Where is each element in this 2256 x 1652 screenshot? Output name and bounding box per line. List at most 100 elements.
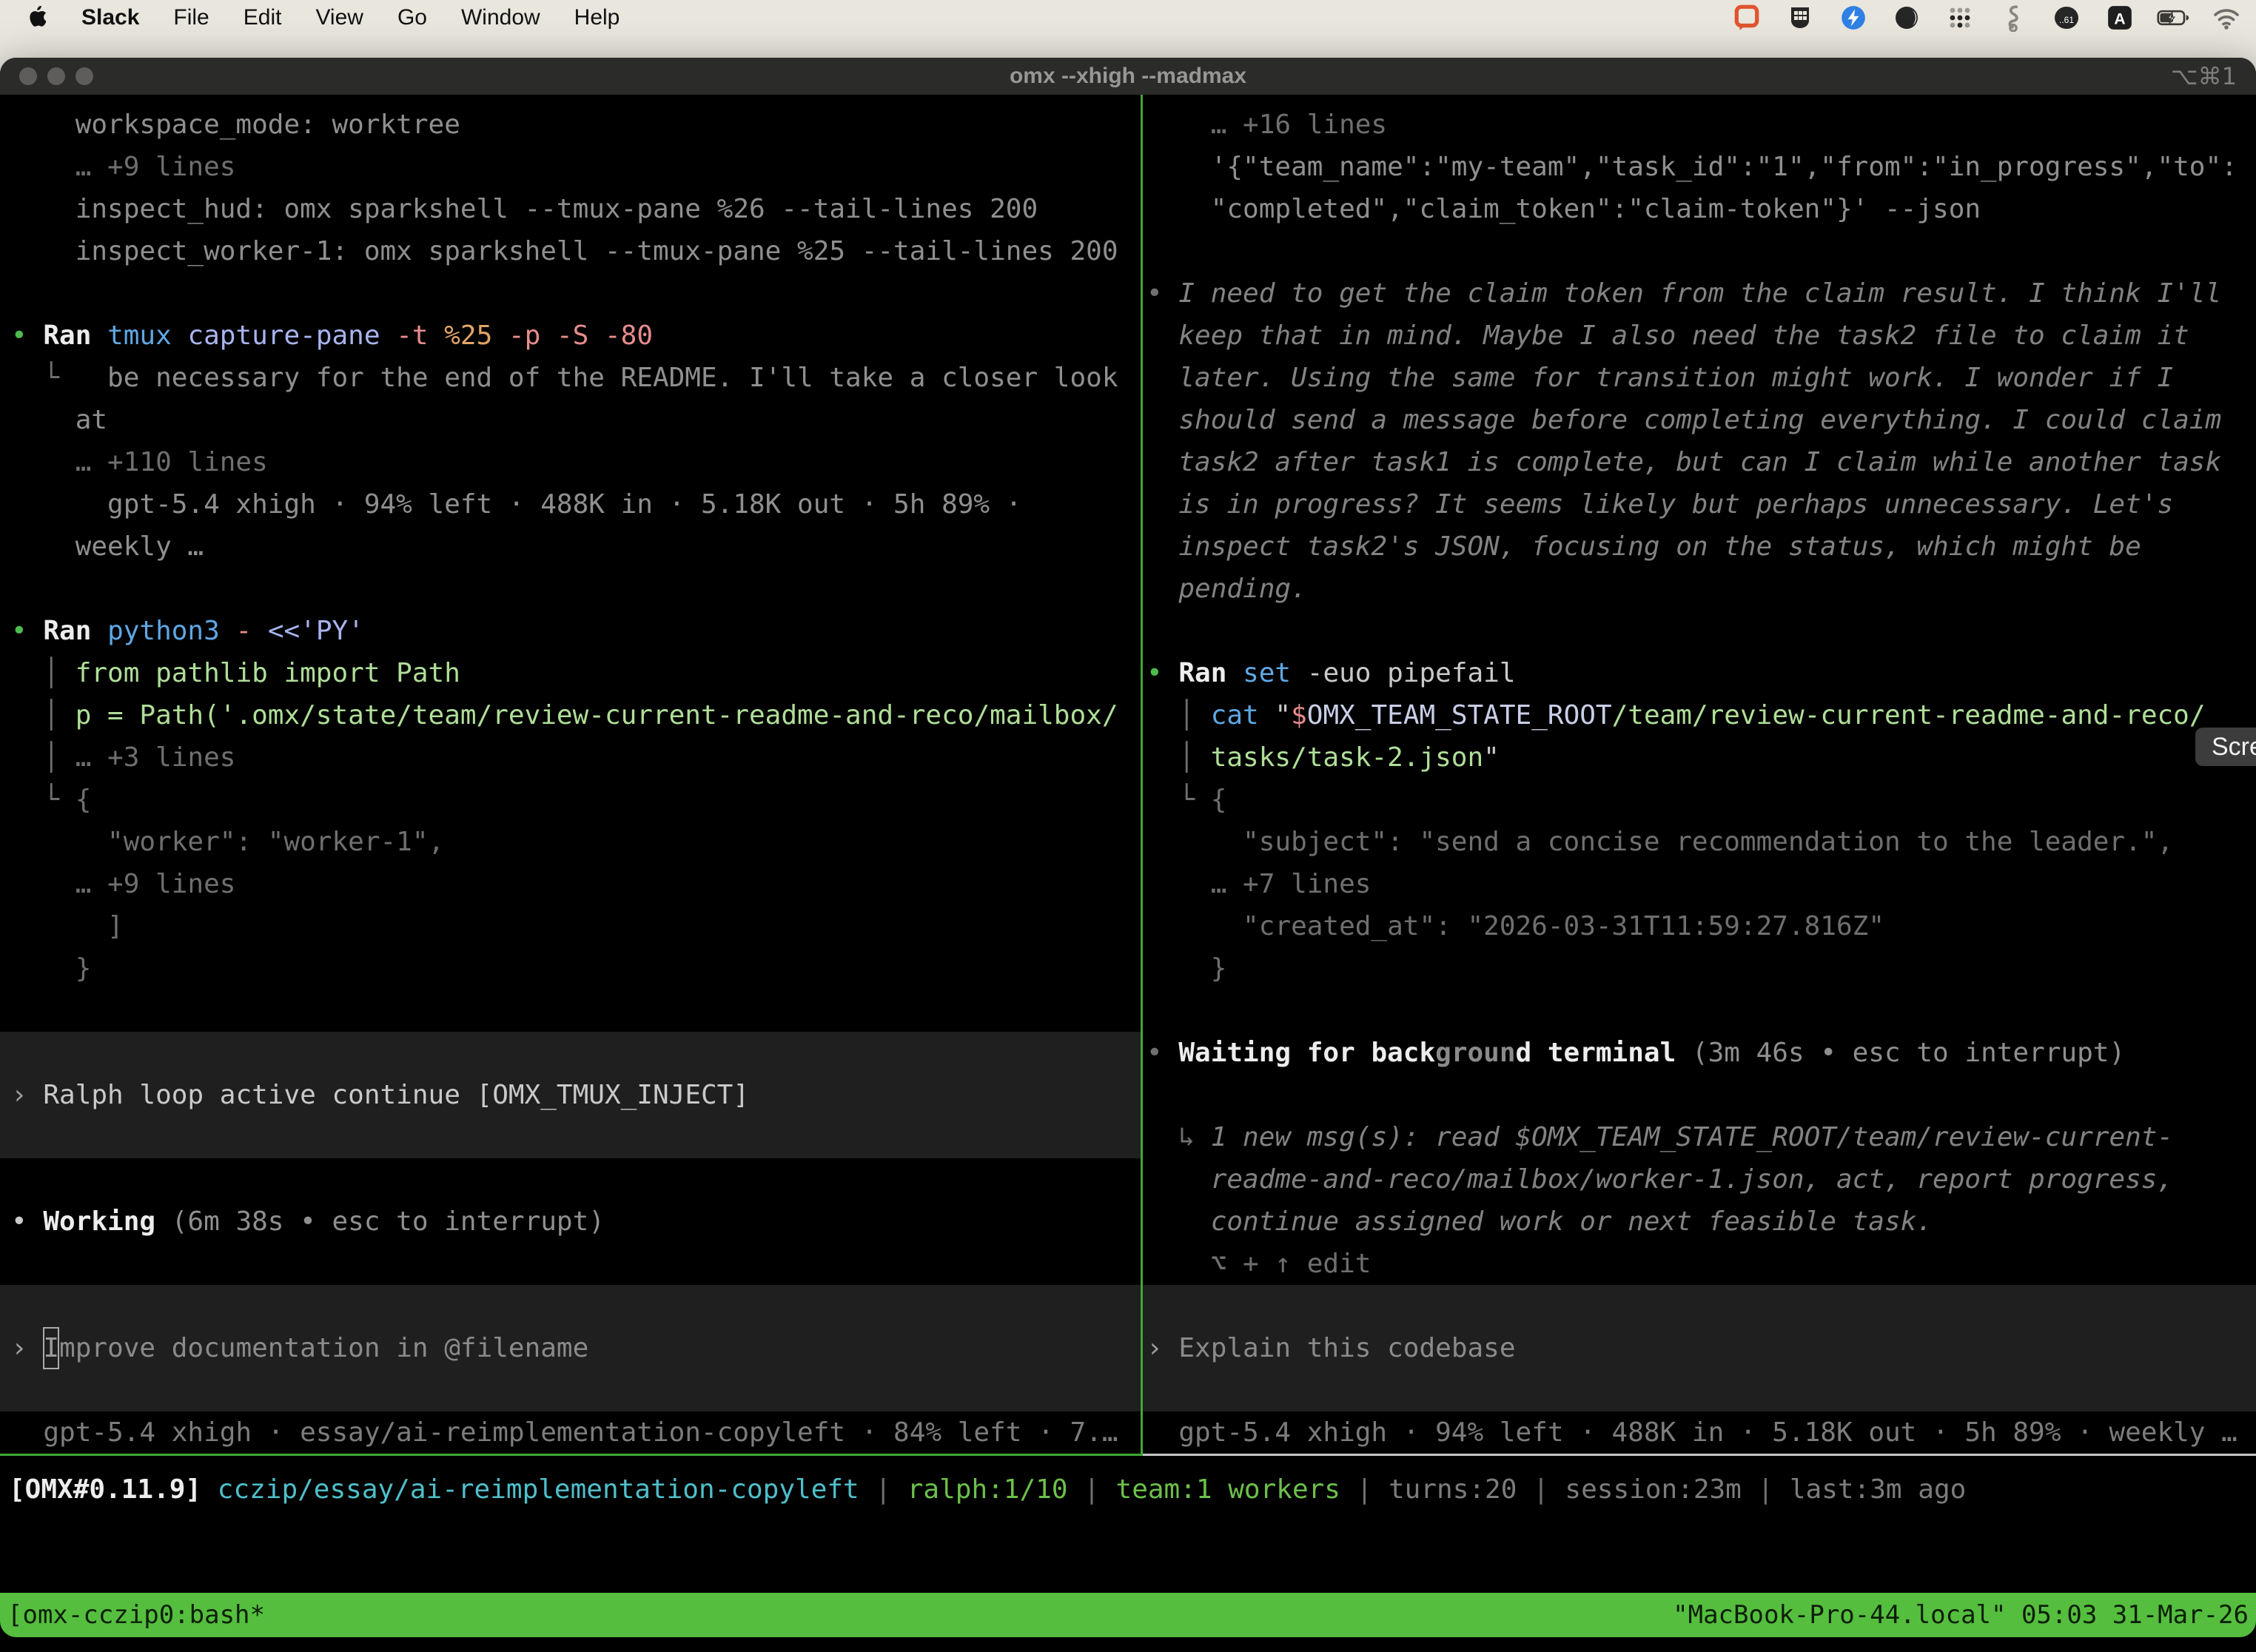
terminal-line: should send a message before completing … — [1143, 399, 2256, 441]
a-key-icon[interactable]: A — [2104, 1, 2136, 34]
terminal-line: └ { — [1143, 779, 2256, 821]
menu-item-go[interactable]: Go — [397, 5, 427, 30]
terminal-line: │ tasks/task-2.json" — [1143, 736, 2256, 779]
left-terminal-pane[interactable]: workspace_mode: worktree … +9 lines insp… — [0, 95, 1141, 1458]
terminal-line — [0, 1285, 1141, 1327]
edit-hint: ⌥ + ↑ edit — [1143, 1243, 2256, 1285]
terminal-line: • Ran set -euo pipefail — [1143, 652, 2256, 694]
terminal-line — [1143, 990, 2256, 1032]
terminal-window: omx --xhigh --madmax ⌥⌘1 workspace_mode:… — [0, 58, 2256, 1637]
terminal-line: task2 after task1 is complete, but can I… — [1143, 441, 2256, 483]
menu-item-help[interactable]: Help — [574, 5, 620, 30]
window-title: omx --xhigh --madmax — [0, 64, 2256, 89]
terminal-line: keep that in mind. Maybe I also need the… — [1143, 315, 2256, 357]
menu-item-view[interactable]: View — [315, 5, 363, 30]
terminal-line — [0, 1243, 1141, 1285]
terminal-line: "worker": "worker-1", — [0, 821, 1141, 863]
terminal-line: • Ran python3 - <<'PY' — [0, 610, 1141, 652]
battery-gauge-icon[interactable]: ..61 — [2050, 1, 2083, 34]
terminal-line: at — [0, 399, 1141, 441]
squiggle-icon[interactable] — [1997, 1, 2030, 34]
terminal-line: "created_at": "2026-03-31T11:59:27.816Z" — [1143, 905, 2256, 947]
menu-bar: Slack File Edit View Go Window Help ..61 A — [0, 0, 2256, 36]
terminal-line: "subject": "send a concise recommendatio… — [1143, 821, 2256, 863]
tmux-host-time-label: "MacBook-Pro-44.local" 05:03 31-Mar-26 — [1673, 1600, 2249, 1630]
pane-status-line: gpt-5.4 xhigh · essay/ai-reimplementatio… — [0, 1411, 1141, 1454]
svg-text:..61: ..61 — [2059, 15, 2074, 25]
terminal-line: weekly … — [0, 526, 1141, 568]
left-pane-bottom-border — [0, 1454, 1141, 1456]
terminal-line: │ cat "$OMX_TEAM_STATE_ROOT/team/review-… — [1143, 694, 2256, 736]
menu-item-edit[interactable]: Edit — [244, 5, 282, 30]
terminal-line: } — [1143, 947, 2256, 990]
terminal-line: later. Using the same for transition mig… — [1143, 357, 2256, 399]
omx-status-line: [OMX#0.11.9] cczip/essay/ai-reimplementa… — [9, 1468, 1966, 1511]
menu-item-window[interactable]: Window — [461, 5, 540, 30]
terminal-line: readme-and-reco/mailbox/worker-1.json, a… — [1143, 1158, 2256, 1201]
tmux-session-label: [omx-cczip0:bash* — [7, 1600, 265, 1630]
tooltip-label: Scre — [2212, 733, 2256, 762]
right-terminal-pane[interactable]: … +16 lines '{"team_name":"my-team","tas… — [1143, 95, 2256, 1458]
bolt-badge-icon[interactable] — [1837, 1, 1870, 34]
terminal-line: inspect_hud: omx sparkshell --tmux-pane … — [0, 188, 1141, 230]
terminal-line — [1143, 1074, 2256, 1116]
terminal-line: • Ran tmux capture-pane -t %25 -p -S -80 — [0, 315, 1141, 357]
menu-item-file[interactable]: File — [173, 5, 209, 30]
terminal-line: continue assigned work or next feasible … — [1143, 1201, 2256, 1243]
screenshot-tooltip: Scre — [2195, 728, 2256, 766]
terminal-line — [1143, 1369, 2256, 1411]
dots-grid-icon[interactable] — [1944, 1, 1976, 34]
terminal-line: pending. — [1143, 568, 2256, 610]
terminal-line — [0, 1158, 1141, 1201]
terminal-line: │ from pathlib import Path — [0, 652, 1141, 694]
screen: Slack File Edit View Go Window Help ..61 A omx … — [0, 0, 2256, 1652]
apple-logo-icon[interactable] — [25, 4, 47, 31]
right-pane-bottom-border — [1143, 1454, 2256, 1456]
terminal-line — [0, 568, 1141, 610]
terminal-line: └ be necessary for the end of the README… — [0, 357, 1141, 399]
pane-status-line: gpt-5.4 xhigh · 94% left · 488K in · 5.1… — [1143, 1411, 2256, 1454]
prompt-input[interactable]: › Improve documentation in @filename — [0, 1327, 1141, 1369]
terminal-line: "completed","claim_token":"claim-token"}… — [1143, 188, 2256, 230]
tmux-status-bar: [omx-cczip0:bash* "MacBook-Pro-44.local"… — [0, 1593, 2256, 1637]
terminal-line: '{"team_name":"my-team","task_id":"1","f… — [1143, 146, 2256, 188]
terminal-line: } — [0, 947, 1141, 990]
text-cursor: I — [43, 1327, 59, 1369]
terminal-line — [0, 1032, 1141, 1074]
svg-text:A: A — [2114, 10, 2125, 27]
prompt-input[interactable]: › Explain this codebase — [1143, 1327, 2256, 1369]
menu-item-slack[interactable]: Slack — [81, 5, 139, 30]
screenshot-chat-icon[interactable] — [1730, 1, 1763, 34]
terminal-line — [1143, 230, 2256, 272]
terminal-line: gpt-5.4 xhigh · 94% left · 488K in · 5.1… — [0, 483, 1141, 526]
terminal-line — [0, 272, 1141, 315]
terminal-line — [1143, 1285, 2256, 1327]
injected-message: › Ralph loop active continue [OMX_TMUX_I… — [0, 1074, 1141, 1116]
battery-charging-icon[interactable] — [2157, 1, 2189, 34]
pane-divider[interactable] — [1141, 95, 1143, 1456]
wifi-icon[interactable] — [2210, 1, 2243, 34]
window-titlebar[interactable]: omx --xhigh --madmax ⌥⌘1 — [0, 58, 2256, 95]
working-status: • Working (6m 38s • esc to interrupt) — [0, 1201, 1141, 1243]
terminal-line: │ … +3 lines — [0, 736, 1141, 779]
terminal-line: … +16 lines — [1143, 104, 2256, 146]
terminal-line — [0, 1369, 1141, 1411]
terminal-line: is in progress? It seems likely but perh… — [1143, 483, 2256, 526]
terminal-line: │ p = Path('.omx/state/team/review-curre… — [0, 694, 1141, 736]
terminal-line — [1143, 610, 2256, 652]
terminal-line: ] — [0, 905, 1141, 947]
terminal-line: … +7 lines — [1143, 863, 2256, 905]
waiting-status: • Waiting for background terminal (3m 46… — [1143, 1032, 2256, 1074]
terminal-line: ↳ 1 new msg(s): read $OMX_TEAM_STATE_ROO… — [1143, 1116, 2256, 1158]
grid-badge-icon[interactable] — [1784, 1, 1816, 34]
terminal-line: inspect task2's JSON, focusing on the st… — [1143, 526, 2256, 568]
terminal-line: … +110 lines — [0, 441, 1141, 483]
terminal-line: • I need to get the claim token from the… — [1143, 272, 2256, 315]
pie-chart-icon[interactable] — [1890, 1, 1923, 34]
terminal-line: … +9 lines — [0, 146, 1141, 188]
terminal-line — [0, 1116, 1141, 1158]
terminal-line — [0, 990, 1141, 1032]
terminal-line: inspect_worker-1: omx sparkshell --tmux-… — [0, 230, 1141, 272]
window-shortcut-badge: ⌥⌘1 — [2171, 62, 2237, 90]
terminal-line: … +9 lines — [0, 863, 1141, 905]
